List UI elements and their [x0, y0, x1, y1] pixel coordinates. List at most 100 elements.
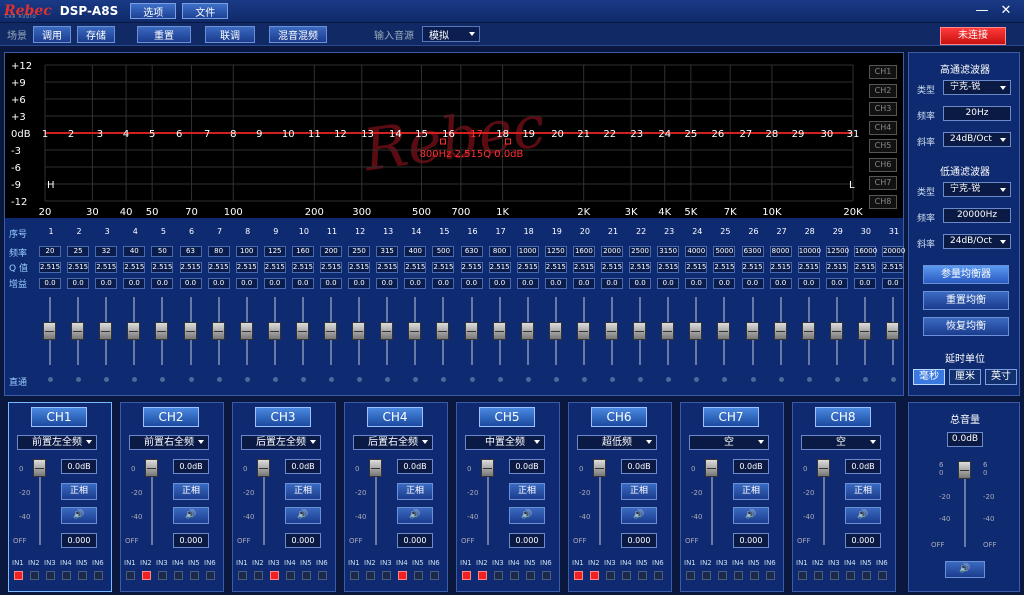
eq-band-gain[interactable]: 0.0 [404, 278, 427, 289]
eq-band-gain[interactable]: 0.0 [882, 278, 904, 289]
input-route-toggle[interactable] [302, 571, 311, 580]
hpf-freq-input[interactable]: 20Hz [943, 106, 1011, 121]
eq-band-slider[interactable] [829, 322, 843, 340]
input-route-toggle[interactable] [286, 571, 295, 580]
save-scene-button[interactable]: 存储 [77, 25, 115, 43]
eq-band-gain[interactable]: 0.0 [797, 278, 820, 289]
phase-button[interactable]: 正相 [845, 483, 881, 500]
input-route-toggle[interactable] [510, 571, 519, 580]
channel-delay-value[interactable]: 0.000 [285, 533, 321, 548]
master-fader-knob[interactable] [958, 461, 971, 479]
input-route-toggle[interactable] [622, 571, 631, 580]
channel-select-button[interactable]: CH6 [591, 407, 647, 427]
eq-band-gain[interactable]: 0.0 [39, 278, 61, 289]
mute-button[interactable]: 🔊 [621, 507, 657, 524]
channel-fader[interactable] [705, 459, 718, 477]
eq-band-slider[interactable] [380, 322, 394, 340]
eq-band-gain[interactable]: 0.0 [825, 278, 848, 289]
eq-band-q[interactable]: 2.515 [853, 262, 876, 273]
graph-channel-ch5[interactable]: CH5 [869, 139, 897, 153]
lpf-type-select[interactable]: 宁克-锐 [943, 182, 1011, 197]
eq-band-gain[interactable]: 0.0 [741, 278, 764, 289]
input-route-toggle[interactable] [14, 571, 23, 580]
eq-band-bypass-toggle[interactable] [188, 377, 194, 382]
eq-band-gain[interactable]: 0.0 [67, 278, 90, 289]
phase-button[interactable]: 正相 [397, 483, 433, 500]
close-icon[interactable]: ✕ [996, 2, 1016, 20]
eq-band-gain[interactable]: 0.0 [179, 278, 202, 289]
eq-band-freq[interactable]: 40 [123, 246, 146, 257]
input-route-toggle[interactable] [462, 571, 471, 580]
eq-band-freq[interactable]: 6300 [741, 246, 764, 257]
eq-band-gain[interactable]: 0.0 [516, 278, 539, 289]
eq-band-q[interactable]: 2.515 [348, 262, 371, 273]
eq-band-gain[interactable]: 0.0 [572, 278, 595, 289]
load-scene-button[interactable]: 调用 [33, 25, 71, 43]
eq-band-gain[interactable]: 0.0 [235, 278, 258, 289]
input-route-toggle[interactable] [350, 571, 359, 580]
input-route-toggle[interactable] [654, 571, 663, 580]
eq-band-slider[interactable] [576, 322, 590, 340]
eq-band-slider[interactable] [183, 322, 197, 340]
eq-band-slider[interactable] [436, 322, 450, 340]
eq-band-q[interactable]: 2.515 [67, 262, 90, 273]
eq-band-slider[interactable] [661, 322, 675, 340]
eq-band-q[interactable]: 2.515 [516, 262, 539, 273]
hpf-type-select[interactable]: 宁克-锐 [943, 80, 1011, 95]
delay-unit-2[interactable]: 英寸 [985, 369, 1017, 385]
eq-band-freq[interactable]: 250 [348, 246, 371, 257]
graph-channel-ch4[interactable]: CH4 [869, 120, 897, 135]
eq-band-bypass-toggle[interactable] [300, 377, 306, 382]
eq-band-q[interactable]: 2.515 [123, 262, 146, 273]
eq-band-q[interactable]: 2.515 [769, 262, 792, 273]
eq-band-bypass-toggle[interactable] [610, 377, 615, 382]
eq-band-q[interactable]: 2.515 [713, 262, 736, 273]
eq-band-bypass-toggle[interactable] [862, 377, 868, 382]
input-route-toggle[interactable] [734, 571, 743, 580]
eq-band-slider[interactable] [548, 322, 562, 340]
input-route-toggle[interactable] [94, 571, 103, 580]
eq-band-slider[interactable] [717, 322, 731, 340]
eq-band-freq[interactable]: 50 [151, 246, 174, 257]
input-route-toggle[interactable] [270, 571, 279, 580]
eq-band-q[interactable]: 2.515 [825, 262, 848, 273]
input-route-toggle[interactable] [78, 571, 87, 580]
channel-source-select[interactable]: 后置右全频 [353, 435, 433, 450]
channel-delay-value[interactable]: 0.000 [397, 533, 433, 548]
eq-band-bypass-toggle[interactable] [638, 377, 644, 382]
eq-band-bypass-toggle[interactable] [160, 377, 166, 382]
eq-band-bypass-toggle[interactable] [216, 377, 222, 382]
input-route-toggle[interactable] [30, 571, 39, 580]
eq-band-freq[interactable]: 63 [179, 246, 202, 257]
eq-band-q[interactable]: 2.515 [460, 262, 483, 273]
minimize-icon[interactable]: — [972, 2, 992, 20]
connect-button[interactable]: 未连接 [940, 27, 1006, 45]
input-route-toggle[interactable] [542, 571, 551, 580]
eq-band-slider[interactable] [99, 322, 113, 340]
lpf-freq-input[interactable]: 20000Hz [943, 208, 1011, 223]
eq-band-gain[interactable]: 0.0 [151, 278, 174, 289]
eq-band-bypass-toggle[interactable] [48, 377, 53, 382]
eq-band-freq[interactable]: 5000 [713, 246, 736, 257]
eq-band-freq[interactable]: 800 [488, 246, 511, 257]
channel-fader[interactable] [145, 459, 158, 477]
eq-band-slider[interactable] [689, 322, 703, 340]
eq-band-freq[interactable]: 125 [263, 246, 286, 257]
eq-band-q[interactable]: 2.515 [572, 262, 595, 273]
input-route-toggle[interactable] [638, 571, 647, 580]
reset-button[interactable]: 重置 [137, 25, 191, 43]
eq-band-q[interactable]: 2.515 [657, 262, 680, 273]
reset-eq-button[interactable]: 重置均衡 [923, 291, 1009, 310]
link-button[interactable]: 联调 [205, 25, 255, 43]
input-route-toggle[interactable] [206, 571, 215, 580]
input-route-toggle[interactable] [862, 571, 871, 580]
channel-delay-value[interactable]: 0.000 [621, 533, 657, 548]
mute-button[interactable]: 🔊 [397, 507, 433, 524]
phase-button[interactable]: 正相 [173, 483, 209, 500]
eq-band-bypass-toggle[interactable] [272, 377, 278, 382]
eq-band-gain[interactable]: 0.0 [376, 278, 399, 289]
parametric-eq-button[interactable]: 参量均衡器 [923, 265, 1009, 284]
eq-band-slider[interactable] [605, 322, 618, 340]
hpf-slope-select[interactable]: 24dB/Oct [943, 132, 1011, 147]
graph-channel-ch8[interactable]: CH8 [869, 194, 897, 209]
